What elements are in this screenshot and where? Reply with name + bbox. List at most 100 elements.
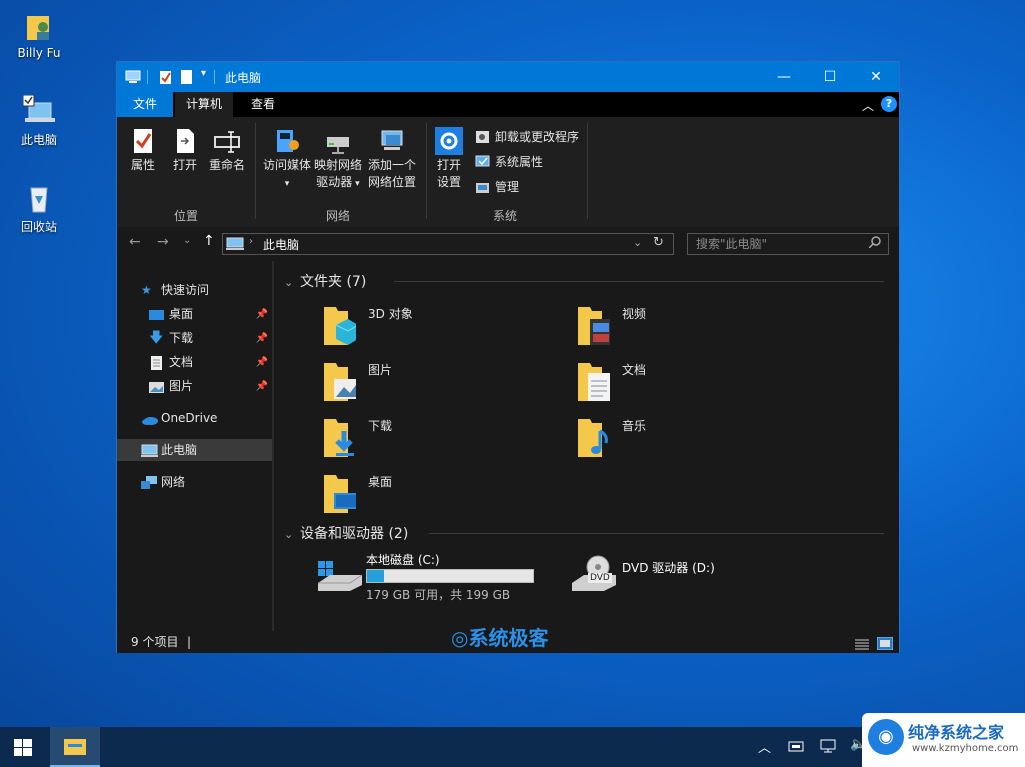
uninstall-program-button[interactable]: 卸载或更改程序 [475, 127, 579, 147]
access-media-button[interactable]: 访问媒体 ▾ [261, 127, 313, 193]
tab-view[interactable]: 查看 [239, 92, 287, 117]
collapse-ribbon-icon[interactable]: ︿ [862, 97, 874, 114]
properties-label: 属性 [130, 158, 155, 172]
search-input[interactable]: 搜索"此电脑" [687, 233, 889, 255]
desktop-icon-label: Billy Fu [17, 46, 61, 60]
settings-label-2: 设置 [436, 175, 461, 189]
close-button[interactable]: ✕ [853, 62, 899, 92]
folders-section-header[interactable]: ⌄ 文件夹 (7) [284, 271, 884, 291]
add-network-location-button[interactable]: 添加一个 网络位置 [366, 127, 418, 191]
status-bar: 9 个项目 | ◎系统极客 [117, 627, 899, 653]
desktop-folder-icon [322, 471, 358, 515]
refresh-icon[interactable]: ↻ [653, 235, 664, 250]
system-properties-button[interactable]: 系统属性 [475, 152, 543, 172]
access-media-label: 访问媒体 [262, 158, 311, 172]
title-bar[interactable]: ▾ 此电脑 — ☐ ✕ [117, 62, 899, 92]
network-icon [141, 475, 157, 489]
group-network-label: 网络 [326, 209, 351, 223]
map-drive-button[interactable]: 映射网络 驱动器 ▾ [313, 127, 363, 193]
breadcrumb-this-pc[interactable]: 此电脑 [263, 236, 299, 253]
network-tray-icon[interactable] [820, 739, 838, 756]
pin-icon[interactable]: 📌 [256, 352, 268, 374]
nav-quick-access[interactable]: ★ 快速访问 [117, 279, 272, 301]
tab-file[interactable]: 文件 [117, 92, 174, 117]
manage-button[interactable]: 管理 [475, 177, 519, 197]
nav-desktop-label: 桌面 [169, 307, 194, 321]
properties-button[interactable]: 属性 [127, 127, 159, 174]
drives-section-header[interactable]: ⌄ 设备和驱动器 (2) [284, 523, 884, 543]
folder-pictures[interactable]: 图片 [322, 359, 562, 411]
download-arrow-icon: 🡇 [149, 330, 164, 346]
nav-desktop[interactable]: 桌面 📌 [117, 303, 272, 325]
help-icon[interactable]: ? [881, 96, 897, 112]
taskbar-explorer-button[interactable] [50, 727, 100, 767]
video-icon [576, 303, 612, 347]
star-icon: ★ [141, 283, 152, 297]
rename-button[interactable]: 重命名 [207, 127, 247, 174]
properties-icon [129, 127, 157, 155]
nav-documents[interactable]: 文档 📌 [117, 351, 272, 373]
folder-music[interactable]: 音乐 [576, 415, 816, 467]
maximize-button[interactable]: ☐ [807, 62, 853, 92]
desktop-icon-user[interactable]: Billy Fu [4, 10, 74, 60]
nav-onedrive[interactable]: OneDrive [117, 407, 272, 429]
section-divider [394, 281, 884, 282]
dropdown-arrow-icon: ▾ [352, 179, 360, 189]
folder-documents[interactable]: 文档 [576, 359, 816, 411]
pin-icon[interactable]: 📌 [256, 328, 268, 350]
new-folder-icon[interactable] [181, 70, 193, 88]
dropdown-arrow-icon: ▾ [284, 179, 290, 189]
3d-objects-icon [322, 303, 359, 347]
open-button[interactable]: 打开 [169, 127, 201, 174]
address-dropdown-icon[interactable]: ⌄ [633, 236, 642, 249]
pin-icon[interactable]: 📌 [256, 376, 268, 398]
this-pc-icon [141, 443, 158, 457]
uninstall-icon [475, 130, 490, 144]
recent-dropdown-icon[interactable]: ⌄ [183, 235, 191, 246]
folder-downloads[interactable]: 下载 [322, 415, 562, 467]
back-arrow-icon[interactable]: ← [129, 234, 141, 250]
dvd-disc-label: DVD [588, 573, 612, 583]
folder-desktop[interactable]: 桌面 [322, 471, 562, 523]
nav-this-pc[interactable]: 此电脑 [117, 439, 272, 461]
pin-icon[interactable]: 📌 [256, 304, 268, 326]
explorer-window: ▾ 此电脑 — ☐ ✕ 文件 计算机 查看 ︿ ? 属性 打开 重命名 位置 访… [116, 61, 900, 653]
search-icon[interactable] [868, 236, 881, 251]
settings-label-1: 打开 [436, 158, 461, 172]
folder-3d-objects[interactable]: 3D 对象 [322, 303, 562, 355]
rename-label: 重命名 [208, 158, 245, 172]
ribbon-panel: 属性 打开 重命名 位置 访问媒体 ▾ 映射网络 驱动器 ▾ 添加一个 网络位置 网络 [117, 117, 899, 228]
properties-icon[interactable] [159, 70, 173, 88]
nav-downloads[interactable]: 🡇 下载 📌 [117, 327, 272, 349]
qat-dropdown-icon[interactable]: ▾ [201, 68, 206, 79]
nav-network[interactable]: 网络 [117, 471, 272, 493]
large-icons-view-icon[interactable] [876, 635, 894, 657]
media-icon [273, 127, 301, 155]
tab-computer[interactable]: 计算机 [175, 92, 234, 117]
uninstall-label: 卸载或更改程序 [495, 130, 580, 144]
windows-drive-icon [316, 557, 364, 596]
desktop-icon-recycle[interactable]: 回收站 [4, 182, 74, 235]
navigation-pane: ★ 快速访问 桌面 📌 🡇 下载 📌 文档 📌 图片 📌 OneDrive 此电… [117, 261, 274, 631]
map-drive-icon [324, 127, 352, 155]
drive-d[interactable]: DVD DVD 驱动器 (D:) [570, 549, 770, 603]
network-label: 网络 [161, 475, 186, 489]
this-pc-label: 此电脑 [161, 443, 198, 457]
show-hidden-icons-icon[interactable]: ︿ [758, 737, 771, 756]
start-button[interactable] [14, 739, 32, 759]
address-bar[interactable]: › 此电脑 ⌄ ↻ [222, 233, 674, 255]
desktop-icon-label: 此电脑 [20, 133, 57, 147]
folder-videos[interactable]: 视频 [576, 303, 816, 355]
up-arrow-icon[interactable]: ↑ [203, 233, 215, 249]
open-label: 打开 [172, 158, 197, 172]
folder-label: 文档 [622, 363, 647, 377]
forward-arrow-icon[interactable]: → [157, 234, 169, 250]
nav-pictures[interactable]: 图片 📌 [117, 375, 272, 397]
details-view-icon[interactable] [855, 636, 869, 658]
desktop-icon-this-pc[interactable]: 此电脑 [4, 94, 74, 148]
system-properties-label: 系统属性 [495, 155, 544, 169]
device-icon[interactable] [788, 739, 804, 756]
open-settings-button[interactable]: 打开 设置 [431, 127, 467, 191]
drive-c[interactable]: 本地磁盘 (C:) 179 GB 可用，共 199 GB [316, 549, 556, 603]
minimize-button[interactable]: — [761, 62, 807, 92]
